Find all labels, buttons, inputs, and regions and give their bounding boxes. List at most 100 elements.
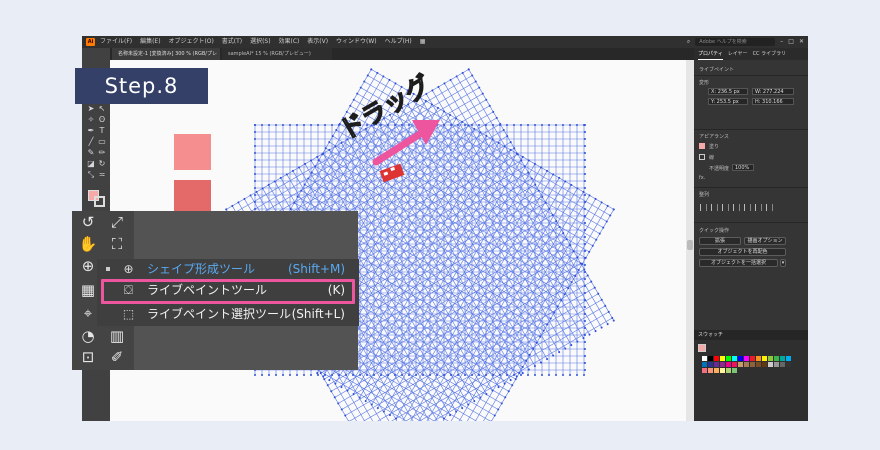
rotate-tool-icon[interactable]: ↻ <box>97 159 107 168</box>
selection-tool-icon[interactable]: ➤ <box>86 104 96 113</box>
color-swatch[interactable] <box>786 356 791 361</box>
color-swatch[interactable] <box>720 368 725 373</box>
expand-button[interactable]: 拡張 <box>699 237 741 245</box>
color-swatch[interactable] <box>714 362 719 367</box>
symbol-sprayer-icon[interactable]: ◔ <box>78 328 98 347</box>
column-graph-icon[interactable]: ▥ <box>107 328 127 347</box>
eyedropper-icon[interactable]: ⌖ <box>78 305 98 324</box>
current-fill-swatch[interactable] <box>698 344 706 352</box>
slice-tool-icon[interactable]: ✐ <box>107 349 127 368</box>
color-swatch[interactable] <box>744 356 749 361</box>
color-swatch[interactable] <box>720 362 725 367</box>
shape-builder-icon[interactable]: ⊕ <box>78 258 98 277</box>
color-swatch[interactable] <box>708 368 713 373</box>
maximize-icon[interactable]: □ <box>788 36 794 48</box>
menu-help[interactable]: ヘルプ(H) <box>385 38 412 45</box>
y-field[interactable]: Y: 253.5 px <box>708 98 748 105</box>
rotate-tool-icon[interactable]: ↺ <box>78 214 98 233</box>
color-swatch[interactable] <box>726 362 731 367</box>
h-field[interactable]: H: 310.166 <box>752 98 794 105</box>
close-icon[interactable]: ✕ <box>799 36 804 48</box>
workspace-icon[interactable]: ▦ <box>420 38 426 45</box>
fx-icon[interactable]: fx. <box>699 175 705 181</box>
lasso-icon[interactable]: ʘ <box>97 115 107 124</box>
tab-layers[interactable]: レイヤー <box>728 48 748 60</box>
color-swatch[interactable] <box>726 368 731 373</box>
scale-tool-icon[interactable]: ⤡ <box>86 170 96 179</box>
menu-window[interactable]: ウィンドウ(W) <box>336 38 377 45</box>
align-middle-icon[interactable] <box>744 204 751 211</box>
menu-select[interactable]: 選択(S) <box>250 38 271 45</box>
scale-tool-icon[interactable]: ⤢ <box>107 214 127 233</box>
menu-view[interactable]: 表示(V) <box>307 38 328 45</box>
color-swatch[interactable] <box>780 356 785 361</box>
color-swatch[interactable] <box>726 356 731 361</box>
color-swatch[interactable] <box>786 362 791 367</box>
align-to-icon[interactable] <box>766 204 773 211</box>
color-swatch[interactable] <box>756 362 761 367</box>
menu-object[interactable]: オブジェクト(O) <box>168 38 213 45</box>
fill-swatch[interactable] <box>699 143 705 149</box>
free-transform-icon[interactable]: ⛶ <box>107 236 127 255</box>
menu-edit[interactable]: 編集(E) <box>140 38 160 45</box>
color-swatch[interactable] <box>720 356 725 361</box>
help-search-input[interactable]: Adobe ヘルプを検索 <box>695 38 776 46</box>
align-right-icon[interactable] <box>722 204 729 211</box>
color-swatch[interactable] <box>732 356 737 361</box>
color-swatch[interactable] <box>708 362 713 367</box>
color-swatch[interactable] <box>774 356 779 361</box>
w-field[interactable]: W: 277.224 <box>752 88 794 95</box>
menu-effect[interactable]: 効果(C) <box>279 38 300 45</box>
pen-tool-icon[interactable]: ✒ <box>86 126 96 135</box>
color-swatch[interactable] <box>738 362 743 367</box>
tab-document-1[interactable]: 名称未設定-1 [変換済み] 300 % (RGB/プレビュー) <box>112 48 220 69</box>
tab-properties[interactable]: プロパティ <box>698 48 723 60</box>
line-tool-icon[interactable]: ╱ <box>86 137 96 146</box>
color-swatch[interactable] <box>738 356 743 361</box>
magic-wand-icon[interactable]: ✧ <box>86 115 96 124</box>
align-left-icon[interactable] <box>700 204 707 211</box>
color-swatch[interactable] <box>732 362 737 367</box>
rectangle-tool-icon[interactable]: ▭ <box>97 137 107 146</box>
color-swatch[interactable] <box>702 356 707 361</box>
tab-document-2[interactable]: sampleAI* 15 % (RGB/プレビュー) <box>222 48 332 60</box>
select-same-button[interactable]: オブジェクトを一括選択 <box>699 259 778 267</box>
paintbrush-icon[interactable]: ✎ <box>86 148 96 157</box>
color-swatch[interactable] <box>762 362 767 367</box>
color-swatch[interactable] <box>762 356 767 361</box>
opacity-field[interactable]: 100% <box>732 164 754 171</box>
align-center-icon[interactable] <box>711 204 718 211</box>
stroke-color-swatch[interactable] <box>94 196 105 207</box>
x-field[interactable]: X: 236.5 px <box>708 88 748 95</box>
puppet-warp-icon[interactable]: ✋ <box>78 236 98 255</box>
minimize-icon[interactable]: – <box>780 36 783 48</box>
artboard-tool-icon[interactable]: ⊡ <box>78 349 98 368</box>
color-swatch[interactable] <box>708 356 713 361</box>
color-swatch[interactable] <box>714 368 719 373</box>
gap-options-button[interactable]: 描画オプション <box>744 237 786 245</box>
color-swatch[interactable] <box>774 362 779 367</box>
width-tool-icon[interactable]: ≍ <box>97 170 107 179</box>
scrollbar-thumb[interactable] <box>687 240 693 250</box>
color-swatch[interactable] <box>714 356 719 361</box>
recolor-button[interactable]: オブジェクトを再配色 <box>699 248 786 256</box>
align-top-icon[interactable] <box>733 204 740 211</box>
color-swatch[interactable] <box>768 356 773 361</box>
direct-selection-tool-icon[interactable]: ↖ <box>97 104 107 113</box>
type-tool-icon[interactable]: T <box>97 126 107 135</box>
vertical-scrollbar[interactable] <box>686 60 694 421</box>
color-swatch[interactable] <box>702 368 707 373</box>
menu-file[interactable]: ファイル(F) <box>100 38 132 45</box>
perspective-grid-icon[interactable]: ▦ <box>78 282 98 301</box>
color-swatch[interactable] <box>702 362 707 367</box>
color-swatch[interactable] <box>750 356 755 361</box>
align-bottom-icon[interactable] <box>755 204 762 211</box>
color-swatch[interactable] <box>780 362 785 367</box>
color-swatch[interactable] <box>744 362 749 367</box>
menu-item-live-paint-selection[interactable]: ⬚ ライブペイント選択ツール (Shift+L) <box>97 304 359 325</box>
menu-item-shape-builder[interactable]: ⊕ シェイプ形成ツール (Shift+M) <box>97 259 359 280</box>
color-swatch[interactable] <box>756 356 761 361</box>
dropdown-chevron-icon[interactable]: ▾ <box>780 259 786 267</box>
tab-cc-libraries[interactable]: CC ライブラリ <box>753 48 787 60</box>
eraser-icon[interactable]: ◪ <box>86 159 96 168</box>
